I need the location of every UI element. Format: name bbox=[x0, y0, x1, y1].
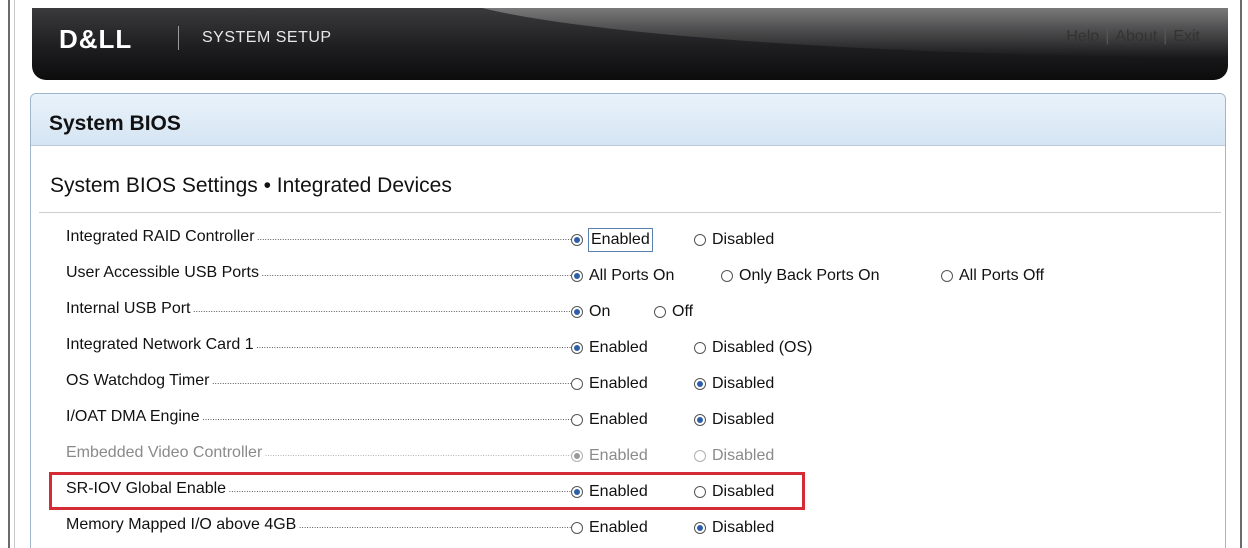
option-label: Disabled bbox=[712, 519, 775, 536]
radio-selected-icon bbox=[571, 342, 583, 354]
radio-selected-icon bbox=[694, 378, 706, 390]
setting-label: OS Watchdog Timer bbox=[66, 372, 581, 390]
sr-iov-highlight-box bbox=[49, 472, 805, 510]
radio-unselected-icon bbox=[654, 306, 666, 318]
setting-row: OS Watchdog Timer Enabled Disabled bbox=[31, 366, 1221, 402]
option-radio[interactable]: Disabled bbox=[694, 516, 774, 540]
option-radio: Enabled bbox=[571, 444, 648, 468]
option-radio[interactable]: All Ports Off bbox=[941, 264, 1044, 288]
option-label: Disabled (OS) bbox=[712, 339, 813, 356]
option-radio[interactable]: Only Back Ports On bbox=[721, 264, 880, 288]
option-label: Enabled bbox=[589, 519, 648, 536]
setting-row: Integrated RAID Controller Enabled Disable… bbox=[31, 222, 1221, 258]
app-title: SYSTEM SETUP bbox=[202, 29, 332, 46]
option-radio[interactable]: Disabled bbox=[694, 372, 774, 396]
radio-selected-icon bbox=[694, 522, 706, 534]
link-separator: | bbox=[1105, 28, 1110, 45]
setting-label: Integrated Network Card 1 bbox=[66, 336, 581, 354]
radio-selected-icon bbox=[571, 450, 583, 462]
radio-unselected-icon bbox=[571, 522, 583, 534]
option-label: On bbox=[589, 303, 611, 320]
option-label: Enabled bbox=[589, 339, 648, 356]
option-label: Disabled bbox=[712, 411, 775, 428]
link-separator: | bbox=[1163, 28, 1168, 45]
radio-unselected-icon bbox=[694, 234, 706, 246]
radio-selected-icon bbox=[694, 414, 706, 426]
radio-unselected-icon bbox=[694, 342, 706, 354]
option-label: Disabled bbox=[712, 231, 775, 248]
option-label: Disabled bbox=[712, 375, 775, 392]
logo-divider bbox=[178, 26, 179, 50]
radio-unselected-icon bbox=[721, 270, 733, 282]
radio-unselected-icon bbox=[571, 414, 583, 426]
radio-unselected-icon bbox=[694, 450, 706, 462]
option-radio[interactable]: Disabled bbox=[694, 408, 774, 432]
panel-title-bar: System BIOS bbox=[31, 94, 1225, 146]
option-radio[interactable]: Enabled bbox=[571, 516, 648, 540]
dell-logo: D&LL bbox=[59, 24, 133, 54]
option-radio[interactable]: Disabled (OS) bbox=[694, 336, 812, 360]
section-title: System BIOS Settings • Integrated Device… bbox=[50, 174, 452, 197]
header-links: Help | About | Exit bbox=[1066, 28, 1200, 46]
system-bios-panel: System BIOS System BIOS Settings • Integ… bbox=[30, 93, 1226, 548]
option-label: Disabled bbox=[712, 447, 775, 464]
option-label: All Ports Off bbox=[959, 267, 1045, 284]
option-radio[interactable]: Off bbox=[654, 300, 693, 324]
section-divider bbox=[39, 212, 1221, 213]
setting-row: I/OAT DMA Engine Enabled Disabled bbox=[31, 402, 1221, 438]
setting-row: Embedded Video Controller Enabled Disabled bbox=[31, 438, 1221, 474]
option-radio[interactable]: Disabled bbox=[694, 228, 774, 252]
radio-selected-icon bbox=[571, 234, 583, 246]
radio-unselected-icon bbox=[941, 270, 953, 282]
option-radio[interactable]: Enabled bbox=[571, 336, 648, 360]
header-bar: D&LL SYSTEM SETUP Help | About | Exit bbox=[32, 8, 1228, 80]
about-link[interactable]: About bbox=[1115, 28, 1157, 45]
window-frame-right bbox=[1240, 0, 1242, 548]
window-frame-left bbox=[8, 0, 10, 548]
setting-label: Internal USB Port bbox=[66, 300, 581, 318]
option-label: Only Back Ports On bbox=[739, 267, 880, 284]
option-label: Enabled bbox=[589, 375, 648, 392]
option-label: Enabled bbox=[588, 228, 653, 252]
setting-label: I/OAT DMA Engine bbox=[66, 408, 581, 426]
window-frame-inner-left bbox=[14, 0, 15, 548]
radio-unselected-icon bbox=[571, 378, 583, 390]
option-radio: Disabled bbox=[694, 444, 774, 468]
option-label: Enabled bbox=[589, 411, 648, 428]
option-radio[interactable]: On bbox=[571, 300, 610, 324]
setting-row: Internal USB Port On Off bbox=[31, 294, 1221, 330]
panel-title: System BIOS bbox=[49, 112, 181, 135]
setting-label: Memory Mapped I/O above 4GB bbox=[66, 516, 581, 534]
setting-row: Memory Mapped I/O above 4GB Enabled Disabl… bbox=[31, 510, 1221, 546]
setting-label: Integrated RAID Controller bbox=[66, 228, 581, 246]
option-radio[interactable]: All Ports On bbox=[571, 264, 674, 288]
setting-label: Embedded Video Controller bbox=[66, 444, 581, 462]
option-radio[interactable]: Enabled bbox=[571, 408, 648, 432]
option-label: Off bbox=[672, 303, 694, 320]
option-radio[interactable]: Enabled bbox=[571, 228, 653, 252]
option-label: Enabled bbox=[589, 447, 648, 464]
help-link[interactable]: Help bbox=[1066, 28, 1099, 45]
setting-row: User Accessible USB Ports All Ports On Onl… bbox=[31, 258, 1221, 294]
option-radio[interactable]: Enabled bbox=[571, 372, 648, 396]
exit-link[interactable]: Exit bbox=[1173, 28, 1200, 45]
setting-row: Integrated Network Card 1 Enabled Disabled… bbox=[31, 330, 1221, 366]
option-label: All Ports On bbox=[589, 267, 675, 284]
radio-selected-icon bbox=[571, 306, 583, 318]
setting-label: User Accessible USB Ports bbox=[66, 264, 581, 282]
radio-selected-icon bbox=[571, 270, 583, 282]
